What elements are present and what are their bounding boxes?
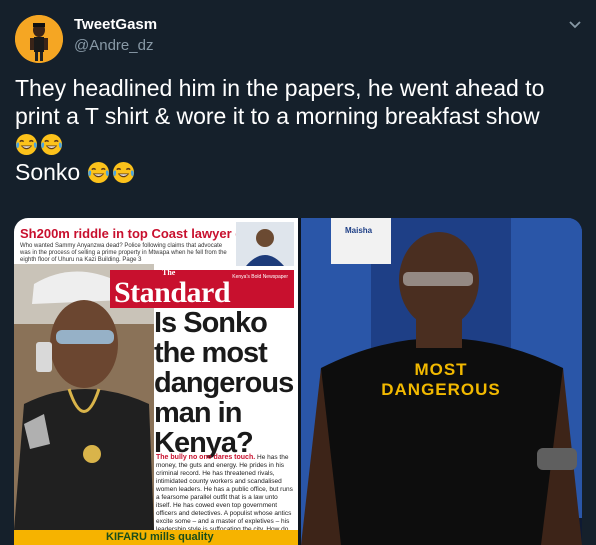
banner-portrait bbox=[236, 222, 294, 266]
banner-subtext: Who wanted Sammy Anyanzwa dead? Police f… bbox=[20, 243, 227, 263]
headline-line: dangerous bbox=[154, 367, 294, 399]
banner-headline: Sh200m riddle in top Coast lawyer death bbox=[20, 226, 270, 241]
tears-of-joy-emoji-icon bbox=[87, 161, 109, 184]
ad-text: KIFARU mills quality bbox=[106, 531, 214, 543]
avatar[interactable] bbox=[15, 15, 63, 63]
masthead-tagline: Kenya's Bold Newspaper bbox=[232, 274, 288, 280]
shirt-text-dangerous: DANGEROUS bbox=[381, 380, 501, 399]
tweet-line-1: They headlined him in the papers, he wen… bbox=[15, 75, 545, 101]
tweet-line-4: Sonko bbox=[15, 158, 585, 186]
newspaper-headline: Is Sonko the most dangerous man in Kenya… bbox=[154, 307, 294, 458]
deck-body: He has the money, the guts and energy. H… bbox=[156, 454, 293, 541]
author-handle[interactable]: @Andre_dz bbox=[74, 37, 153, 54]
newspaper-deck: The bully no one dares touch. He has the… bbox=[156, 454, 294, 542]
headline-line: Is Sonko bbox=[154, 307, 268, 339]
standard-masthead: The Standard Kenya's Bold Newspaper bbox=[110, 268, 294, 309]
masthead-title: Standard bbox=[114, 276, 231, 309]
backdrop-text: Maisha bbox=[345, 226, 373, 235]
tweet-line-2: print a T shirt & wore it to a morning b… bbox=[15, 103, 540, 129]
newspaper-banner: Sh200m riddle in top Coast lawyer death … bbox=[20, 226, 270, 264]
tweet-text: They headlined him in the papers, he wen… bbox=[15, 74, 585, 186]
tears-of-joy-emoji-icon bbox=[40, 133, 63, 156]
tears-of-joy-emoji-icon bbox=[15, 133, 38, 156]
shirt-text-most: MOST bbox=[414, 360, 468, 379]
tshirt-photo[interactable]: MOST DANGEROUS Maisha bbox=[301, 218, 582, 545]
newspaper-image[interactable]: Sh200m riddle in top Coast lawyer death … bbox=[14, 218, 298, 545]
newspaper-ad-band: KIFARU mills quality bbox=[14, 530, 298, 545]
avatar-image bbox=[15, 15, 63, 63]
deck-lead: The bully no one dares touch. bbox=[156, 454, 256, 461]
headline-line: the most bbox=[154, 337, 268, 369]
tweet-line-4-text: Sonko bbox=[15, 159, 81, 185]
tweet-media[interactable]: Sh200m riddle in top Coast lawyer death … bbox=[14, 218, 582, 545]
tweet-line-3 bbox=[15, 130, 585, 158]
author-name[interactable]: TweetGasm bbox=[74, 16, 157, 33]
tears-of-joy-emoji-icon bbox=[112, 161, 134, 184]
headline-line: man in bbox=[154, 397, 242, 429]
chevron-down-icon[interactable] bbox=[568, 20, 582, 30]
